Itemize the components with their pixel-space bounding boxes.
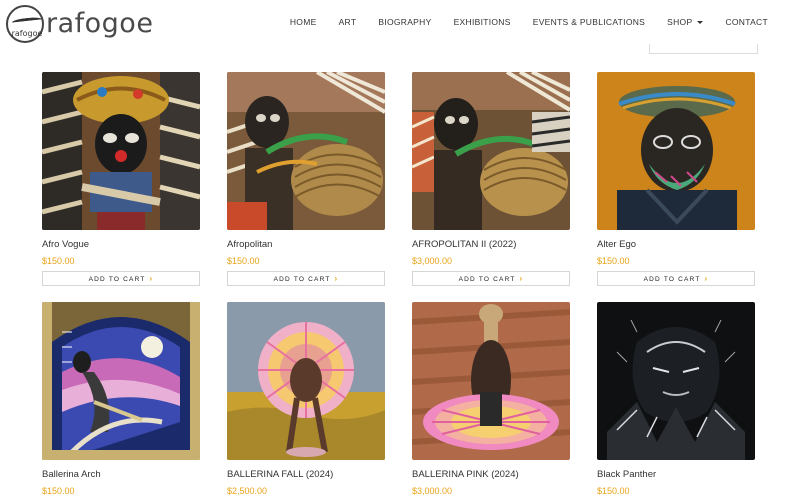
- artwork-afro-vogue: [42, 72, 200, 230]
- sort-select[interactable]: [649, 44, 758, 54]
- chevron-right-icon: ›: [334, 274, 339, 283]
- product-card: Afropolitan $150.00 ADD TO CART ›: [227, 72, 385, 286]
- chevron-down-icon: [697, 21, 704, 25]
- logo-emblem: rafogoe: [6, 5, 44, 43]
- chevron-right-icon: ›: [704, 274, 709, 283]
- artwork-ballerina-pink: [412, 302, 570, 460]
- product-price: $150.00: [42, 256, 75, 266]
- product-card: BALLERINA PINK (2024) $3,000.00: [412, 302, 570, 497]
- main-nav: HOME ART BIOGRAPHY EXHIBITIONS EVENTS & …: [268, 15, 768, 29]
- product-image-black-panther[interactable]: [597, 302, 755, 460]
- logo-swoosh-icon: [11, 16, 43, 26]
- product-image-ballerina-fall[interactable]: [227, 302, 385, 460]
- product-price: $2,500.00: [227, 486, 268, 496]
- product-card: Alter Ego $150.00 ADD TO CART ›: [597, 72, 755, 286]
- add-to-cart-button[interactable]: ADD TO CART ›: [227, 271, 385, 286]
- product-price: $150.00: [597, 256, 630, 266]
- product-image-ballerina-arch[interactable]: [42, 302, 200, 460]
- product-price: $150.00: [597, 486, 630, 496]
- product-price: $3,000.00: [412, 486, 453, 496]
- product-card: Black Panther $150.00: [597, 302, 755, 497]
- product-image-afropolitan[interactable]: [227, 72, 385, 230]
- artwork-afropolitan-ii: [412, 72, 570, 230]
- product-card: AFROPOLITAN II (2022) $3,000.00 ADD TO C…: [412, 72, 570, 286]
- logo-wordmark: rafogoe: [46, 8, 154, 39]
- add-to-cart-label: ADD TO CART: [88, 276, 146, 283]
- product-title[interactable]: BALLERINA PINK (2024): [412, 468, 570, 481]
- artwork-ballerina-arch: [42, 302, 200, 460]
- artwork-ballerina-fall: [227, 302, 385, 460]
- nav-biography[interactable]: BIOGRAPHY: [378, 15, 431, 29]
- product-title[interactable]: Afro Vogue: [42, 238, 200, 251]
- product-card: BALLERINA FALL (2024) $2,500.00: [227, 302, 385, 497]
- logo-small-text: rafogoe: [11, 29, 43, 38]
- product-title[interactable]: AFROPOLITAN II (2022): [412, 238, 570, 251]
- nav-contact[interactable]: CONTACT: [725, 15, 768, 29]
- add-to-cart-label: ADD TO CART: [458, 276, 516, 283]
- site-logo[interactable]: rafogoe rafogoe: [6, 5, 156, 45]
- nav-art[interactable]: ART: [339, 15, 357, 29]
- add-to-cart-button[interactable]: ADD TO CART ›: [412, 271, 570, 286]
- add-to-cart-button[interactable]: ADD TO CART ›: [597, 271, 755, 286]
- product-price: $150.00: [227, 256, 260, 266]
- product-image-ballerina-pink[interactable]: [412, 302, 570, 460]
- add-to-cart-label: ADD TO CART: [643, 276, 701, 283]
- product-price: $3,000.00: [412, 256, 453, 266]
- product-image-alter-ego[interactable]: [597, 72, 755, 230]
- product-card: Ballerina Arch $150.00: [42, 302, 200, 497]
- product-image-afropolitan-ii[interactable]: [412, 72, 570, 230]
- nav-events-publications[interactable]: EVENTS & PUBLICATIONS: [533, 15, 645, 29]
- chevron-right-icon: ›: [519, 274, 524, 283]
- nav-shop-label: SHOP: [667, 17, 693, 27]
- add-to-cart-label: ADD TO CART: [273, 276, 331, 283]
- product-title[interactable]: Black Panther: [597, 468, 755, 481]
- product-title[interactable]: Afropolitan: [227, 238, 385, 251]
- product-price: $150.00: [42, 486, 75, 496]
- product-title[interactable]: BALLERINA FALL (2024): [227, 468, 385, 481]
- product-title[interactable]: Ballerina Arch: [42, 468, 200, 481]
- site-header: rafogoe rafogoe HOME ART BIOGRAPHY EXHIB…: [0, 0, 800, 54]
- nav-home[interactable]: HOME: [290, 15, 317, 29]
- add-to-cart-button[interactable]: ADD TO CART ›: [42, 271, 200, 286]
- artwork-afropolitan: [227, 72, 385, 230]
- product-image-afro-vogue[interactable]: [42, 72, 200, 230]
- artwork-black-panther: [597, 302, 755, 460]
- product-card: Afro Vogue $150.00 ADD TO CART ›: [42, 72, 200, 286]
- artwork-alter-ego: [597, 72, 755, 230]
- nav-shop[interactable]: SHOP: [667, 15, 704, 29]
- nav-exhibitions[interactable]: EXHIBITIONS: [454, 15, 511, 29]
- product-title[interactable]: Alter Ego: [597, 238, 755, 251]
- chevron-right-icon: ›: [149, 274, 154, 283]
